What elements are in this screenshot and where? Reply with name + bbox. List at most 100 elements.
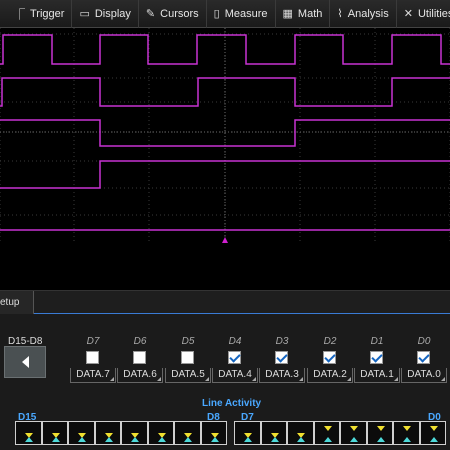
menu-utilities[interactable]: ✕ Utilities [397,0,450,28]
waveform-grid[interactable] [0,28,450,290]
channel-d0: D0 DATA.0 [401,336,447,388]
channel-d7: D7 DATA.7 [70,336,116,388]
channel-enable-checkbox[interactable] [370,351,383,364]
channel-name: D5 [181,336,195,347]
rising-edge-icon [104,437,113,442]
channel-source-select[interactable]: DATA.2 [307,368,353,383]
channel-enable-checkbox[interactable] [86,351,99,364]
line-activity-cell [121,421,148,445]
line-activity-cell [419,421,446,445]
tab-setup[interactable]: etup [0,291,34,314]
previous-group-button[interactable] [4,346,46,378]
line-activity-cell [174,421,201,445]
dropdown-corner-icon [347,377,351,381]
line-activity-row-high [15,421,227,445]
analysis-icon: ⌇ [337,8,343,20]
channel-source-value: DATA.2 [313,369,347,380]
utilities-icon: ✕ [403,8,413,20]
channel-source-select[interactable]: DATA.4 [212,368,258,383]
dropdown-corner-icon [441,377,445,381]
channel-enable-checkbox[interactable] [275,351,288,364]
channel-source-select[interactable]: DATA.3 [259,368,305,383]
menu-trigger[interactable]: ⎾ Trigger [0,0,73,28]
rising-edge-icon [350,437,358,442]
trigger-icon: ⎾ [14,8,25,21]
channel-source-select[interactable]: DATA.7 [70,368,116,383]
menu-cursors[interactable]: ✎ Cursors [139,0,207,28]
trigger-position-marker[interactable] [222,237,228,243]
math-icon: ▦ [282,8,293,20]
channel-name: D2 [323,336,337,347]
rising-edge-icon [25,437,33,442]
menu-measure[interactable]: ▯ Measure [207,0,276,28]
line-activity-row-low [234,421,446,445]
tab-strip: etup [0,290,450,314]
rising-edge-icon [270,437,279,442]
channel-name: D6 [133,336,147,347]
dropdown-corner-icon [205,377,209,381]
waveform-display [0,28,450,243]
channel-source-value: DATA.5 [171,369,205,380]
rising-edge-icon [429,437,438,442]
menu-label: Utilities [417,7,450,20]
line-activity-cell [313,421,340,445]
line-activity-cell [366,421,393,445]
line-activity-cell [15,421,42,445]
cursors-icon: ✎ [145,8,156,20]
digital-setup-panel: D15-D8 D7 DATA.7 D6 DATA.6 D5 DATA.5 D4 DATA.4 D… [0,314,450,450]
menu-label: Cursors [160,7,199,20]
dropdown-corner-icon [252,377,256,381]
rising-edge-icon [131,437,139,442]
channel-name: D1 [370,336,384,347]
dropdown-corner-icon [157,377,161,381]
display-icon: ▭ [79,8,90,20]
channel-enable-checkbox[interactable] [323,351,336,364]
menu-label: Trigger [30,7,65,20]
channel-enable-checkbox[interactable] [228,351,241,364]
channel-d2: D2 DATA.2 [307,336,353,388]
channel-source-select[interactable]: DATA.5 [165,368,211,383]
menu-display[interactable]: ▭ Display [72,0,139,28]
channel-enable-checkbox[interactable] [133,351,146,364]
line-activity-cell [147,421,174,445]
channel-name: D7 [86,336,100,347]
rising-edge-icon [323,437,332,442]
channel-name: D0 [417,336,431,347]
channel-source-value: DATA.7 [76,369,110,380]
channel-d4: D4 DATA.4 [212,336,258,388]
line-activity-cell [234,421,261,445]
line-activity-cell [94,421,121,445]
rising-edge-icon [297,437,305,442]
falling-edge-icon [403,426,411,431]
rising-edge-icon [376,437,385,442]
channel-enable-checkbox[interactable] [417,351,430,364]
menu-label: Display [94,7,131,20]
channel-source-value: DATA.4 [218,369,252,380]
menu-label: Analysis [347,7,389,20]
channel-source-select[interactable]: DATA.6 [117,368,163,383]
menu-math[interactable]: ▦ Math [276,0,331,28]
channel-source-select[interactable]: DATA.0 [401,368,447,383]
menu-bar: ⎾ Trigger ▭ Display ✎ Cursors ▯ Measure ▦ Math ⌇ An… [0,0,450,28]
rising-edge-icon [210,437,219,442]
rising-edge-icon [403,437,411,442]
channel-source-select[interactable]: DATA.1 [354,368,400,383]
trace-d3 [0,160,450,189]
dropdown-corner-icon [394,377,398,381]
rising-edge-icon [244,437,252,442]
channel-source-value: DATA.6 [123,369,157,380]
falling-edge-icon [376,426,385,431]
rising-edge-icon [78,437,86,442]
line-activity-cell [287,421,314,445]
menu-analysis[interactable]: ⌇ Analysis [330,0,397,28]
channel-d1: D1 DATA.1 [354,336,400,388]
channel-enable-checkbox[interactable] [181,351,194,364]
measure-icon: ▯ [213,8,220,20]
line-activity-cell [393,421,420,445]
channel-d6: D6 DATA.6 [117,336,163,388]
line-activity-title: Line Activity [202,398,262,409]
dropdown-corner-icon [110,377,114,381]
channel-source-value: DATA.3 [265,369,299,380]
channel-d5: D5 DATA.5 [165,336,211,388]
channel-d3: D3 DATA.3 [259,336,305,388]
